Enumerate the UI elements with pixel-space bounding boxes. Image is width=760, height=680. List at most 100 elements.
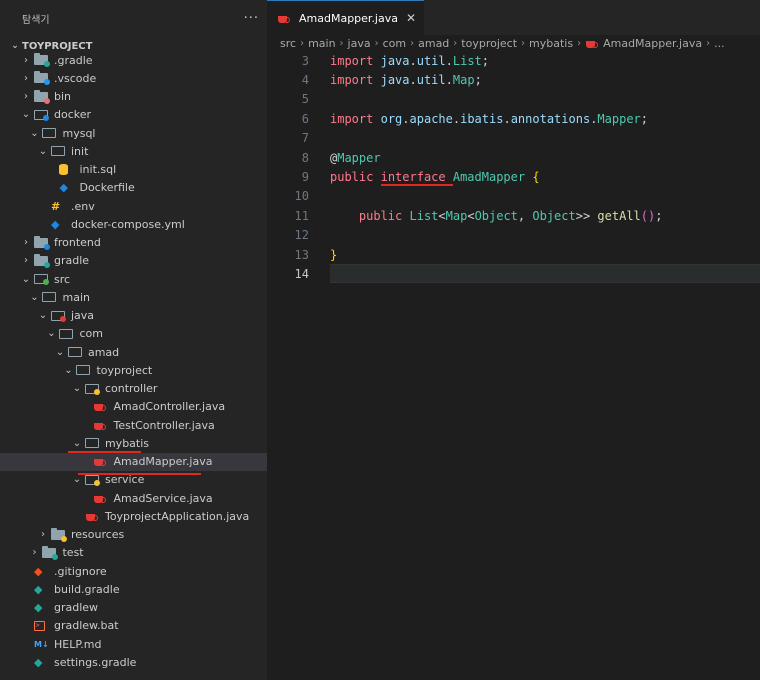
folder-icon [67, 345, 86, 359]
tree-item[interactable]: ⌄ controller [0, 380, 267, 398]
tree-item-label: docker [54, 108, 92, 122]
tree-item[interactable]: ⌄ init [0, 142, 267, 160]
chevron-right-icon: › [577, 37, 582, 49]
code-line[interactable]: 6 import org.apache.ibatis.annotations.Ma… [267, 109, 760, 128]
breadcrumb-item[interactable]: amad [418, 37, 449, 50]
tree-item-label: AmadMapper.java [113, 455, 213, 468]
chevron-down-icon: ⌄ [64, 364, 73, 376]
tree-item[interactable]: › resources [0, 526, 267, 544]
breadcrumb: src › main › java › com › amad › toyproject › mybati… [267, 35, 760, 51]
code-line[interactable]: 12 [267, 226, 760, 245]
tree-item[interactable]: ›◆Dockerfile [0, 179, 267, 197]
tree-item[interactable]: › .gradle [0, 51, 267, 69]
code-line[interactable]: 4 import java.util.Map; [267, 70, 760, 89]
tree-item-label: ToyprojectApplication.java [104, 509, 250, 523]
tree-item-label: mysql [62, 126, 96, 140]
tree-item[interactable]: ⌄ main [0, 288, 267, 306]
chevron-right-icon: › [521, 37, 526, 49]
tree-item[interactable]: ›ToyprojectApplication.java [0, 507, 267, 525]
line-number: 6 [301, 111, 309, 126]
tree-item[interactable]: ⌄ amad [0, 343, 267, 361]
tree-item[interactable]: › frontend [0, 234, 267, 252]
tree-item[interactable]: ›>gradlew.bat [0, 617, 267, 635]
code-line[interactable]: 5 [267, 90, 760, 109]
folder-resources-icon [50, 527, 69, 542]
tree-item[interactable]: ›AmadController.java [0, 398, 267, 416]
tree-item[interactable]: ⌄ com [0, 325, 267, 343]
code-line[interactable]: 13} [267, 245, 760, 264]
line-number: 14 [294, 266, 309, 281]
folder-icon [84, 436, 103, 450]
tab-bar: AmadMapper.java ✕ [267, 0, 760, 35]
tree-item[interactable]: › test [0, 544, 267, 562]
code-text: } [330, 247, 338, 262]
code-text: import java.util.Map; [330, 72, 482, 87]
code-line[interactable]: 3 import java.util.List; [267, 51, 760, 70]
tree-item[interactable]: ⌄ docker [0, 106, 267, 124]
code-line[interactable]: 14 [267, 264, 760, 283]
folder-test-icon [42, 545, 60, 560]
breadcrumb-item[interactable]: mybatis [529, 37, 573, 50]
line-number: 11 [294, 208, 309, 223]
chevron-right-icon: › [300, 37, 305, 49]
folder-docker-icon [34, 108, 52, 122]
tree-item[interactable]: ›◆.gitignore [0, 562, 267, 580]
folder-gradle-icon [34, 53, 52, 67]
chevron-down-icon: ⌄ [38, 145, 48, 157]
breadcrumb-item[interactable]: main [308, 37, 335, 50]
folder-frontend-icon [34, 235, 52, 250]
breadcrumb-item[interactable]: AmadMapper.java [603, 37, 702, 50]
java-icon [93, 400, 111, 414]
tree-item[interactable]: ›◆gradlew [0, 599, 267, 617]
docker-icon: ◆ [59, 181, 68, 195]
tree-item[interactable]: ›◆build.gradle [0, 580, 267, 598]
code-line[interactable]: 7 [267, 129, 760, 148]
tree-item[interactable]: ⌄ java [0, 307, 267, 325]
tree-item[interactable]: › bin [0, 88, 267, 106]
breadcrumb-item[interactable]: com [383, 37, 407, 50]
chevron-down-icon: ⌄ [30, 127, 39, 139]
tree-item-label: resources [70, 528, 125, 541]
tree-item[interactable]: ›M↓HELP.md [0, 635, 267, 653]
chevron-down-icon: ⌄ [72, 437, 82, 449]
tree-item[interactable]: ›◆docker-compose.yml [0, 215, 267, 233]
tree-item-label: src [54, 272, 71, 286]
breadcrumb-item[interactable]: ... [714, 37, 725, 50]
code-line[interactable]: 8 @Mapper [267, 148, 760, 167]
tree-item-label: amad [87, 345, 120, 359]
tree-item[interactable]: ⌄ mysql [0, 124, 267, 142]
tab-amadmapper[interactable]: AmadMapper.java ✕ [267, 0, 425, 35]
tree-item[interactable]: ›TestController.java [0, 416, 267, 434]
line-number: 12 [294, 228, 309, 243]
code-line[interactable]: 11 public List<Map<Object, Object>> getA… [267, 206, 760, 225]
tree-item[interactable]: ⌄ mybatis [0, 434, 267, 452]
tree-item[interactable]: ›init.sql [0, 161, 267, 179]
folder-icon [76, 363, 94, 377]
more-actions-icon[interactable]: ··· [244, 11, 259, 26]
explorer-header: 탐색기 ··· [0, 0, 267, 36]
tree-item[interactable]: ›AmadMapper.java [0, 452, 267, 471]
tree-item-label: frontend [54, 236, 101, 249]
tree-item[interactable]: › .vscode [0, 69, 267, 87]
breadcrumb-item[interactable]: java [348, 37, 371, 50]
tree-item[interactable]: ›AmadService.java [0, 489, 267, 507]
tree-item-label: build.gradle [54, 582, 120, 596]
tree-item-label: settings.gradle [54, 655, 137, 669]
tree-item[interactable]: ›◆settings.gradle [0, 653, 267, 671]
code-text: import org.apache.ibatis.annotations.Map… [330, 111, 649, 126]
code-line[interactable]: 9 public interface AmadMapper { [267, 167, 760, 186]
code-line[interactable]: 10 [267, 187, 760, 206]
tree-item[interactable]: › gradle [0, 252, 267, 270]
line-number: 5 [301, 92, 309, 107]
tree-item[interactable]: ›#.env [0, 197, 267, 215]
chevron-down-icon: ⌄ [55, 346, 65, 358]
chevron-right-icon: › [32, 547, 37, 559]
close-icon[interactable]: ✕ [406, 11, 416, 25]
tree-item[interactable]: ⌄ src [0, 270, 267, 288]
folder-icon [50, 144, 69, 158]
folder-gradle-icon [34, 253, 52, 268]
breadcrumb-item[interactable]: toyproject [461, 37, 517, 50]
tree-item-label: com [79, 327, 103, 341]
breadcrumb-item[interactable]: src [280, 37, 296, 50]
tree-item[interactable]: ⌄ toyproject [0, 361, 267, 379]
